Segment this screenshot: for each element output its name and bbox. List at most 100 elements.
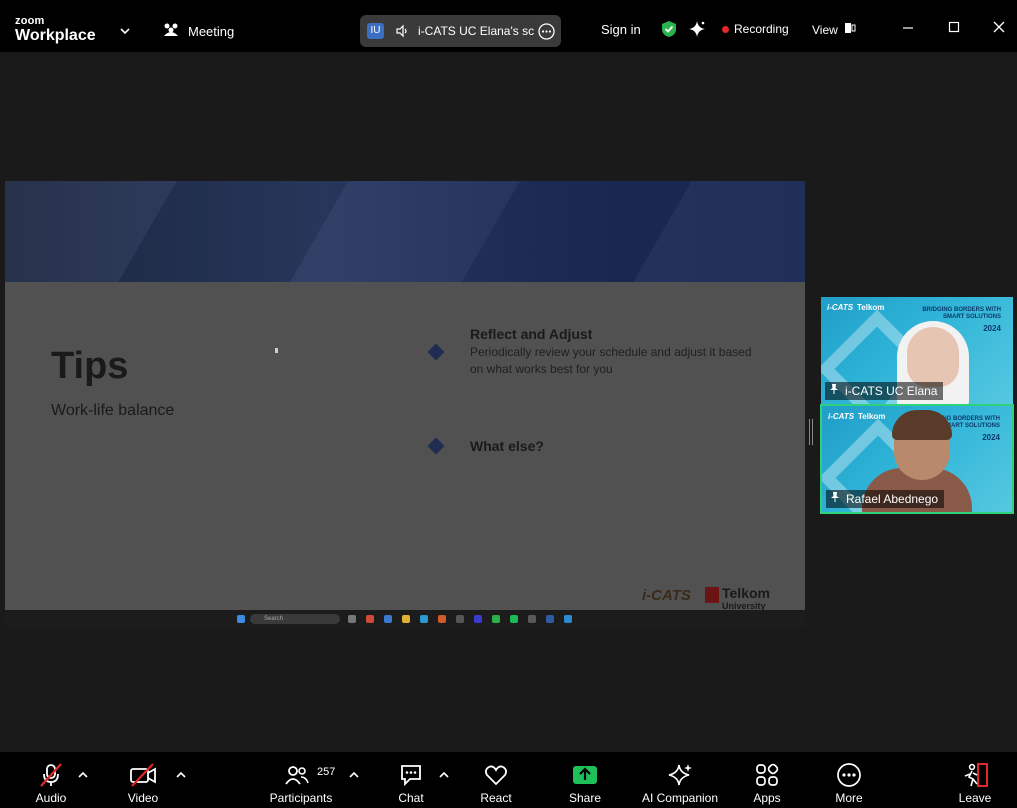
- participants-label: Participants: [269, 791, 333, 805]
- participants-options-chevron-icon[interactable]: [349, 766, 359, 784]
- meeting-icon: [162, 22, 180, 41]
- mic-muted-icon: [28, 762, 74, 788]
- audio-options-chevron-icon[interactable]: [78, 766, 88, 784]
- icats-logo: i-CATS: [642, 587, 691, 604]
- tile-banner-left: i-CATS: [828, 412, 855, 421]
- app-icon: [420, 615, 428, 623]
- sign-in-button[interactable]: Sign in: [601, 22, 641, 37]
- chat-button[interactable]: Chat: [394, 762, 428, 805]
- leave-button[interactable]: Leave: [957, 762, 993, 805]
- view-layout-icon: [844, 22, 856, 37]
- view-button[interactable]: View: [812, 22, 856, 37]
- more-options-icon[interactable]: [538, 23, 555, 45]
- video-tile-active-speaker[interactable]: i-CATS Telkom BRIDGING BORDERS WITH SMAR…: [820, 404, 1014, 514]
- app-icon: [456, 615, 464, 623]
- leave-icon: [957, 762, 993, 788]
- video-tile[interactable]: i-CATS Telkom BRIDGING BORDERS WITH SMAR…: [821, 297, 1013, 404]
- maximize-icon[interactable]: [948, 20, 960, 38]
- participant-video-hair: [892, 410, 952, 440]
- app-icon: [564, 615, 572, 623]
- ai-sparkle-icon[interactable]: [688, 20, 706, 43]
- app-icon: [384, 615, 392, 623]
- audio-label: Audio: [35, 791, 67, 805]
- tile-banner-text: BRIDGING BORDERS WITH SMART SOLUTIONS: [922, 307, 1001, 320]
- telkom-sub: University: [722, 601, 766, 610]
- app-icon: [366, 615, 374, 623]
- app-icon: [528, 615, 536, 623]
- app-icon: [402, 615, 410, 623]
- share-button[interactable]: Share: [566, 762, 604, 805]
- mouse-cursor: [275, 348, 278, 353]
- meeting-label: Meeting: [188, 24, 235, 39]
- screen-share-indicator[interactable]: IU i-CATS UC Elana's scr: [360, 15, 561, 47]
- more-icon: [832, 762, 866, 788]
- slide-banner-image: [5, 181, 805, 282]
- bullet-diamond-icon: [427, 437, 445, 455]
- more-button[interactable]: More: [832, 762, 866, 805]
- security-shield-icon[interactable]: [660, 20, 678, 43]
- telkom-mark-icon: [705, 587, 719, 603]
- audio-button[interactable]: Audio: [28, 762, 74, 805]
- telkom-university-logo: Telkom University: [705, 586, 770, 610]
- participants-icon: [284, 762, 310, 788]
- participant-name-tag: i-CATS UC Elana: [825, 382, 944, 400]
- app-icon: [492, 615, 500, 623]
- panel-resize-handle[interactable]: [809, 419, 813, 445]
- apps-button[interactable]: Apps: [750, 762, 784, 805]
- react-button[interactable]: React: [476, 762, 516, 805]
- apps-label: Apps: [753, 791, 781, 805]
- shared-windows-taskbar: Search: [5, 610, 805, 628]
- shared-screen[interactable]: Tips Work-life balance Reflect and Adjus…: [5, 181, 805, 610]
- chevron-down-icon[interactable]: [120, 22, 130, 40]
- video-label: Video: [127, 791, 159, 805]
- telkom-logo-text: Telkom University: [722, 586, 770, 610]
- tip-heading: Reflect and Adjust: [470, 326, 593, 342]
- participant-count: 257: [317, 766, 336, 778]
- apps-icon: [750, 762, 784, 788]
- tile-banner-left: i-CATS: [827, 303, 854, 312]
- share-label: Share: [568, 791, 602, 805]
- tip-heading: What else?: [470, 438, 544, 454]
- participant-name-tag: Rafael Abednego: [826, 490, 945, 508]
- taskbar-search: Search: [250, 614, 340, 624]
- tip-body: Periodically review your schedule and ad…: [470, 345, 752, 376]
- chat-options-chevron-icon[interactable]: [439, 766, 449, 784]
- participant-video-face: [907, 327, 959, 387]
- tile-banner-right: Telkom: [858, 412, 886, 421]
- tile-banner-year: 2024: [983, 324, 1001, 333]
- minimize-icon[interactable]: [902, 20, 914, 38]
- top-bar: zoom Workplace Meeting IU i-CATS UC Elan…: [0, 0, 1017, 52]
- recording-indicator[interactable]: Recording: [722, 22, 789, 36]
- view-label: View: [812, 22, 838, 37]
- ai-companion-button[interactable]: AI Companion: [640, 762, 720, 805]
- video-button[interactable]: Video: [120, 762, 166, 805]
- app-icon: [348, 615, 356, 623]
- pin-icon: [829, 383, 839, 398]
- close-icon[interactable]: [993, 20, 1005, 38]
- logo-top-text: zoom: [15, 15, 45, 27]
- participant-name: i-CATS UC Elana: [845, 383, 938, 398]
- ai-companion-label: AI Companion: [641, 791, 719, 805]
- participant-name: Rafael Abednego: [846, 491, 939, 506]
- more-label: More: [835, 791, 863, 805]
- video-off-icon: [120, 762, 166, 788]
- tile-banner-year: 2024: [982, 433, 1000, 442]
- logo-bottom-text: Workplace: [15, 27, 96, 44]
- share-title: i-CATS UC Elana's scr: [418, 24, 534, 38]
- bullet-diamond-icon: [427, 343, 445, 361]
- video-options-chevron-icon[interactable]: [176, 766, 186, 784]
- ai-companion-icon: [667, 762, 693, 788]
- share-screen-icon: [566, 762, 604, 788]
- slide-subtitle: Work-life balance: [51, 402, 175, 419]
- app-icon: [510, 615, 518, 623]
- chat-icon: [394, 762, 428, 788]
- meeting-info-button[interactable]: Meeting: [162, 22, 234, 41]
- sharer-badge: IU: [367, 23, 384, 39]
- recording-label: Recording: [734, 22, 789, 36]
- speaker-icon[interactable]: [395, 24, 409, 43]
- app-icon: [438, 615, 446, 623]
- heart-icon: [476, 762, 516, 788]
- windows-start-icon: [237, 615, 245, 623]
- react-label: React: [480, 791, 512, 805]
- pin-icon: [830, 491, 840, 506]
